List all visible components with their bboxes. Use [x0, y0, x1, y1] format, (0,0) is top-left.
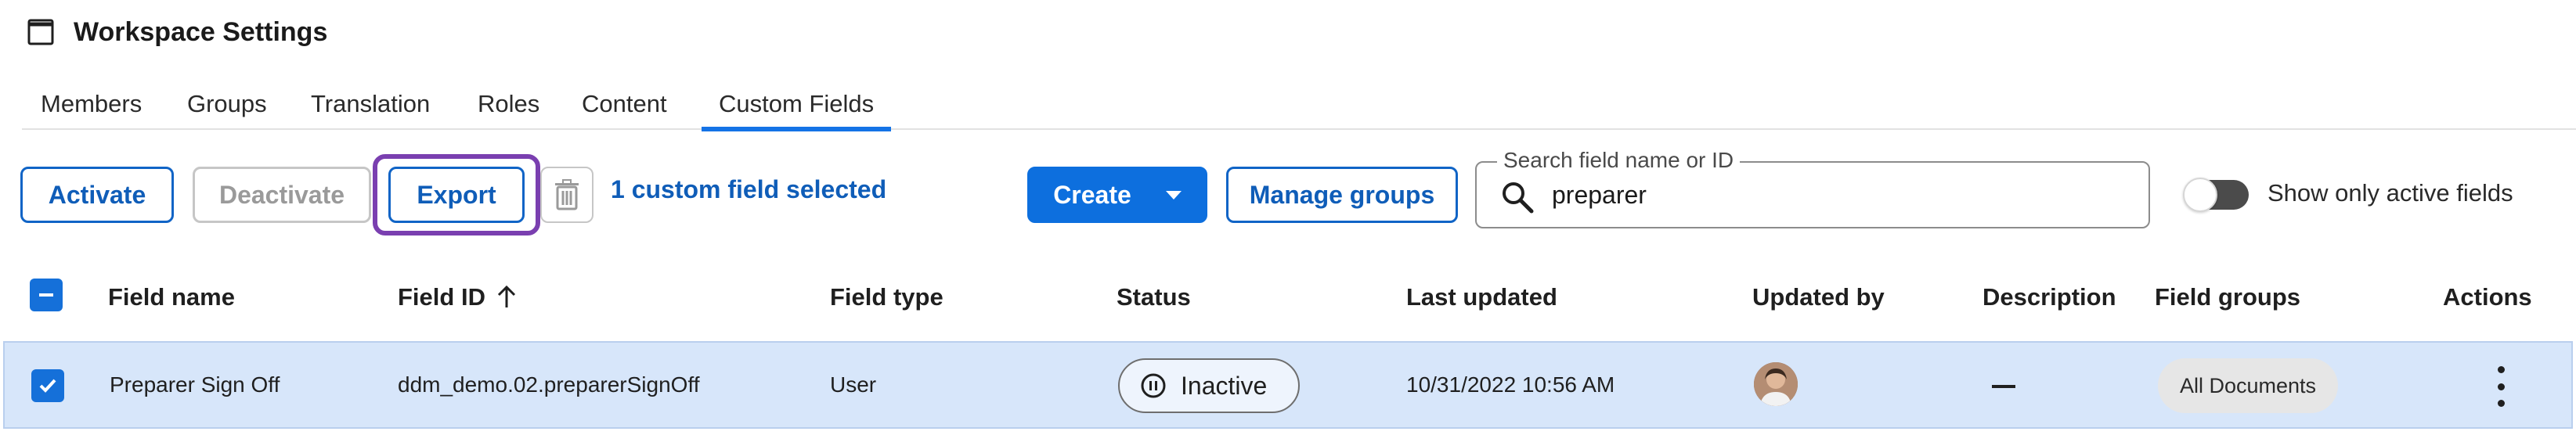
sort-ascending-icon: [497, 285, 516, 307]
chevron-down-icon: [1165, 190, 1182, 200]
tab-roles[interactable]: Roles: [478, 84, 539, 130]
search-icon: [1503, 182, 1534, 214]
tab-content[interactable]: Content: [582, 84, 667, 130]
page-header: Workspace Settings: [25, 11, 327, 53]
active-fields-toggle[interactable]: [2183, 178, 2249, 212]
create-button[interactable]: Create: [1027, 167, 1207, 223]
create-label: Create: [1053, 180, 1131, 209]
toggle-label: Show only active fields: [2268, 179, 2513, 207]
delete-button[interactable]: [540, 167, 593, 223]
avatar: [1754, 362, 1798, 406]
column-last-updated[interactable]: Last updated: [1406, 283, 1557, 311]
column-field-name[interactable]: Field name: [108, 283, 235, 311]
column-field-id[interactable]: Field ID: [398, 283, 520, 311]
toggle-knob: [2183, 178, 2217, 212]
pause-circle-icon: [1141, 373, 1166, 398]
trash-icon: [555, 179, 579, 210]
column-field-id-label: Field ID: [398, 283, 485, 311]
cell-field-name: Preparer Sign Off: [110, 372, 280, 397]
indeterminate-icon: [39, 293, 53, 297]
column-field-type[interactable]: Field type: [830, 283, 943, 311]
deactivate-button[interactable]: Deactivate: [193, 167, 371, 223]
table-header: Field name Field ID Field type Status La…: [0, 258, 2576, 333]
tab-translation[interactable]: Translation: [311, 84, 430, 130]
search-field: Search field name or ID: [1475, 148, 2150, 228]
checkmark-icon: [39, 379, 56, 393]
column-description[interactable]: Description: [1983, 283, 2116, 311]
export-button[interactable]: Export: [388, 167, 525, 223]
tab-custom-fields[interactable]: Custom Fields: [702, 84, 892, 131]
cell-field-id: ddm_demo.02.preparerSignOff: [398, 372, 700, 397]
tab-bar: Members Groups Translation Roles Content…: [22, 84, 2576, 131]
cell-last-updated: 10/31/2022 10:56 AM: [1406, 372, 1615, 397]
search-legend: Search field name or ID: [1497, 148, 1741, 173]
column-updated-by[interactable]: Updated by: [1752, 283, 1885, 311]
status-badge: Inactive: [1118, 358, 1300, 413]
row-checkbox[interactable]: [31, 369, 64, 402]
activate-button[interactable]: Activate: [20, 167, 174, 223]
cell-field-type: User: [830, 372, 877, 397]
more-actions-icon[interactable]: [2493, 366, 2509, 407]
field-group-chip: All Documents: [2158, 358, 2338, 413]
search-input[interactable]: [1552, 175, 2116, 214]
page-title: Workspace Settings: [74, 16, 328, 47]
cell-description: [1992, 385, 2015, 388]
select-all-checkbox[interactable]: [30, 279, 63, 311]
table-row[interactable]: Preparer Sign Off ddm_demo.02.preparerSi…: [3, 341, 2573, 429]
user-photo: [1754, 362, 1798, 406]
window-icon: [27, 19, 54, 45]
column-field-groups[interactable]: Field groups: [2155, 283, 2300, 311]
selection-count: 1 custom field selected: [611, 175, 887, 203]
tab-groups[interactable]: Groups: [187, 84, 267, 130]
column-status[interactable]: Status: [1117, 283, 1191, 311]
status-label: Inactive: [1181, 371, 1268, 400]
manage-groups-button[interactable]: Manage groups: [1226, 167, 1458, 223]
tab-members[interactable]: Members: [41, 84, 142, 130]
column-actions: Actions: [2443, 283, 2532, 311]
